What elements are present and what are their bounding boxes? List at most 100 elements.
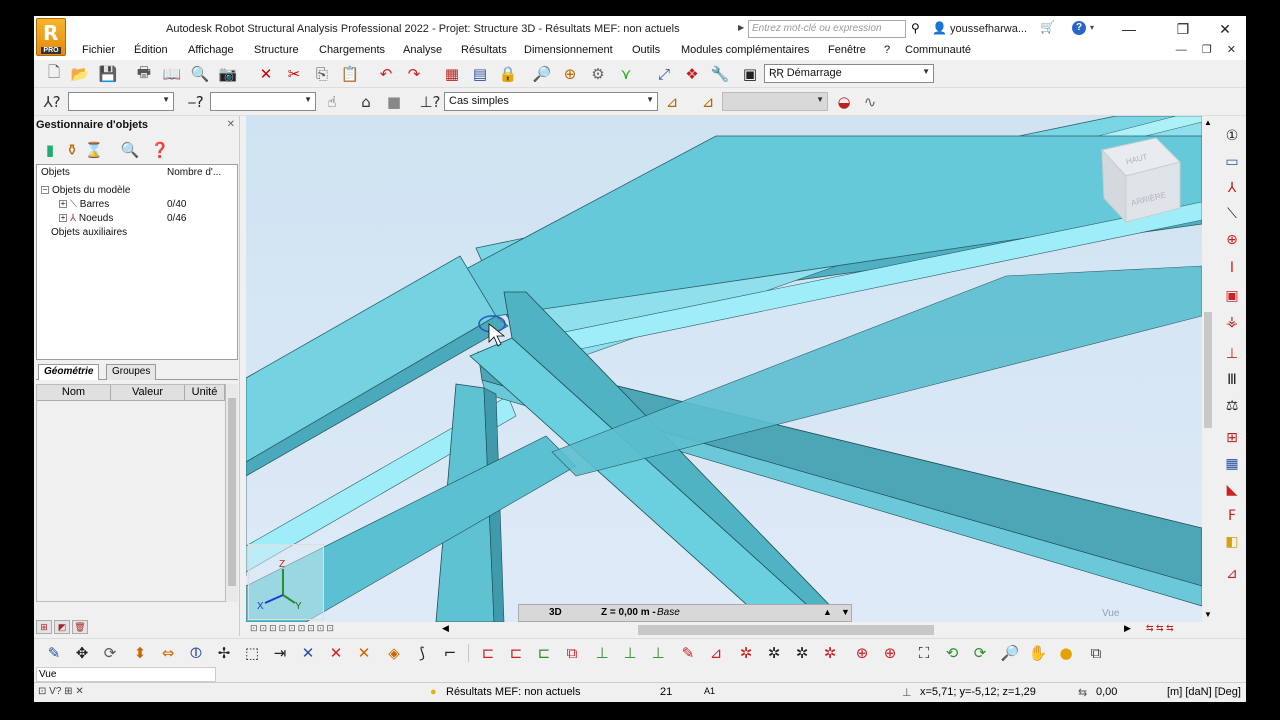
scroll-up-icon[interactable]: ▲ [1204, 118, 1212, 127]
preview-icon[interactable]: 🔍 [190, 64, 210, 84]
calculations-icon[interactable]: ❖ [682, 64, 702, 84]
maximize-button[interactable]: ❐ [1168, 19, 1198, 39]
axes-icon-1[interactable]: ⊥ [592, 643, 612, 663]
paste-icon[interactable]: 📋 [340, 64, 360, 84]
pan-icon[interactable]: ✋ [1028, 643, 1048, 663]
viewport-vertical-scrollbar[interactable]: ▲ ▼ [1202, 116, 1214, 622]
layout-combo[interactable]: ƦƦ Démarrage ▼ [764, 64, 934, 83]
layout-icon[interactable]: ▣ [740, 64, 760, 84]
redo-icon[interactable]: ↷ [404, 64, 424, 84]
help-dropdown-icon[interactable]: ▾ [1090, 23, 1094, 32]
3d-view-icon[interactable]: ◧ [1222, 532, 1242, 552]
zoom-all-icon[interactable]: ⛶ [914, 643, 934, 663]
scrollbar-thumb[interactable] [228, 398, 236, 586]
sections-icon[interactable]: ⌂ [356, 92, 376, 112]
binoculars-icon[interactable]: ⚲ [911, 21, 920, 35]
menu-help[interactable]: ? [884, 44, 890, 56]
nodes-icon[interactable]: ⅄ [1222, 178, 1242, 198]
hourglass-icon[interactable]: ⌛ [84, 140, 104, 160]
status-tools-icons[interactable]: ⊡ V? ⊞ ✕ [38, 686, 84, 697]
robot-logo-button[interactable]: R PRO [36, 18, 66, 56]
node-selection-combo[interactable]: ▼ [68, 92, 174, 111]
lock-icon[interactable]: 🔒 [498, 64, 518, 84]
help-icon[interactable]: ? [1072, 21, 1086, 35]
modal-icon[interactable]: ∿ [860, 92, 880, 112]
tables-icon[interactable]: ▤ [470, 64, 490, 84]
supports-icon[interactable]: ⊕ [1222, 230, 1242, 250]
menu-analyse[interactable]: Analyse [403, 44, 442, 56]
menu-dimensionnement[interactable]: Dimensionnement [524, 44, 613, 56]
load-case-icon[interactable]: ⊥? [419, 92, 440, 112]
scrollbar-thumb[interactable] [1204, 312, 1212, 428]
axes-icon-2[interactable]: ⊥ [620, 643, 640, 663]
copy-view-icon[interactable]: ⧉ [1086, 643, 1106, 663]
load-types-icon[interactable]: Ⅲ [1222, 370, 1242, 390]
expand-icon[interactable]: + [59, 214, 67, 223]
cube-icon[interactable]: ◈ [384, 643, 404, 663]
snap-2-icon[interactable]: ✲ [792, 643, 812, 663]
results-diagram-icon[interactable]: ◣ [1222, 480, 1242, 500]
snap-3-icon[interactable]: ✲ [820, 643, 840, 663]
menu-chargements[interactable]: Chargements [319, 44, 385, 56]
divide-icon[interactable]: ✕ [298, 643, 318, 663]
view-name-field[interactable]: Vue [36, 667, 216, 682]
tree-model-objects[interactable]: − Objets du modèle [41, 185, 130, 196]
open-file-icon[interactable]: 📂 [70, 64, 90, 84]
scroll-down-icon[interactable]: ▼ [1204, 610, 1212, 619]
close-button[interactable]: ✕ [1210, 19, 1240, 39]
horizontal-scrollbar-thumb[interactable] [638, 625, 934, 635]
save-icon[interactable]: 💾 [98, 64, 118, 84]
tree-view-icon[interactable]: ⊞ [36, 620, 52, 634]
scroll-left-icon[interactable]: ◀ [442, 623, 449, 634]
corner-icon[interactable]: ⌐ [440, 643, 460, 663]
move-icon[interactable]: ✥ [72, 643, 92, 663]
load-table-icon[interactable]: ⚖ [1222, 396, 1242, 416]
geometry-scrollbar[interactable] [226, 384, 238, 602]
filter-icon[interactable]: ⚱ [62, 140, 82, 160]
tree-bars[interactable]: + ⟍ Barres [59, 199, 109, 210]
releases-icon[interactable]: ⚶ [1222, 312, 1242, 332]
panel-close-icon[interactable]: ✕ [227, 119, 235, 130]
undo-icon[interactable]: ↶ [376, 64, 396, 84]
properties-icon[interactable]: ◩ [54, 620, 70, 634]
menu-resultats[interactable]: Résultats [461, 44, 507, 56]
screen-capture-icon[interactable]: 📷 [218, 64, 238, 84]
menu-modules[interactable]: Modules complémentaires [681, 44, 809, 56]
bar-selection-combo[interactable]: ▼ [210, 92, 316, 111]
zoom-icon[interactable]: 🔎 [532, 64, 552, 84]
pen-icon[interactable]: ✎ [44, 643, 64, 663]
find-icon[interactable]: 🔍 [120, 140, 140, 160]
structure-3d-model[interactable]: HAUT ARRIÈRE [246, 116, 1202, 622]
menu-fenetre[interactable]: Fenêtre [828, 44, 866, 56]
scale-icon[interactable]: ✢ [214, 643, 234, 663]
magnify-icon[interactable]: 🔎 [1000, 643, 1020, 663]
collapse-icon[interactable]: − [41, 186, 49, 195]
model-check-icon[interactable]: ⤢ [654, 64, 674, 84]
intersect-icon[interactable]: ✕ [326, 643, 346, 663]
offset-icon[interactable]: ⟆ [412, 643, 432, 663]
selection-icon[interactable]: ▮ [40, 140, 60, 160]
cut-icon[interactable]: ✂ [284, 64, 304, 84]
dim-icon-1[interactable]: ⊏ [478, 643, 498, 663]
menu-outils[interactable]: Outils [632, 44, 660, 56]
print-icon[interactable]: 🖶 [134, 63, 154, 84]
bar-selection-icon[interactable]: ⎯? [186, 92, 206, 112]
clear-icon[interactable]: 🗑 [72, 620, 88, 634]
axes-icon-3[interactable]: ⊥ [648, 643, 668, 663]
load-display-icon[interactable]: ◒ [834, 92, 854, 112]
scroll-right-icon[interactable]: ▶ [1124, 623, 1131, 634]
copy-icon[interactable]: ⎘ [312, 64, 332, 84]
table-icon[interactable]: ▦ [1222, 454, 1242, 474]
dim-icon-3[interactable]: ⊏ [534, 643, 554, 663]
zoom-window-icon[interactable]: ⊕ [560, 64, 580, 84]
stretch-icon[interactable]: ⬚ [242, 643, 262, 663]
numbering-icon[interactable]: ① [1222, 126, 1242, 146]
view-options-icons[interactable]: ⊡⊡⊡⊡⊡⊡⊡⊡⊡ [250, 623, 336, 634]
delete-icon[interactable]: ✕ [256, 64, 276, 84]
search-input[interactable]: Entrez mot-clé ou expression [748, 20, 906, 38]
translate-icon[interactable]: ⬍ [130, 643, 150, 663]
tab-groupes[interactable]: Groupes [106, 364, 157, 380]
minimize-button[interactable]: — [1114, 19, 1144, 39]
user-icon[interactable]: 👤 [932, 21, 947, 35]
next-case-icon[interactable]: ⊿ [698, 92, 718, 112]
